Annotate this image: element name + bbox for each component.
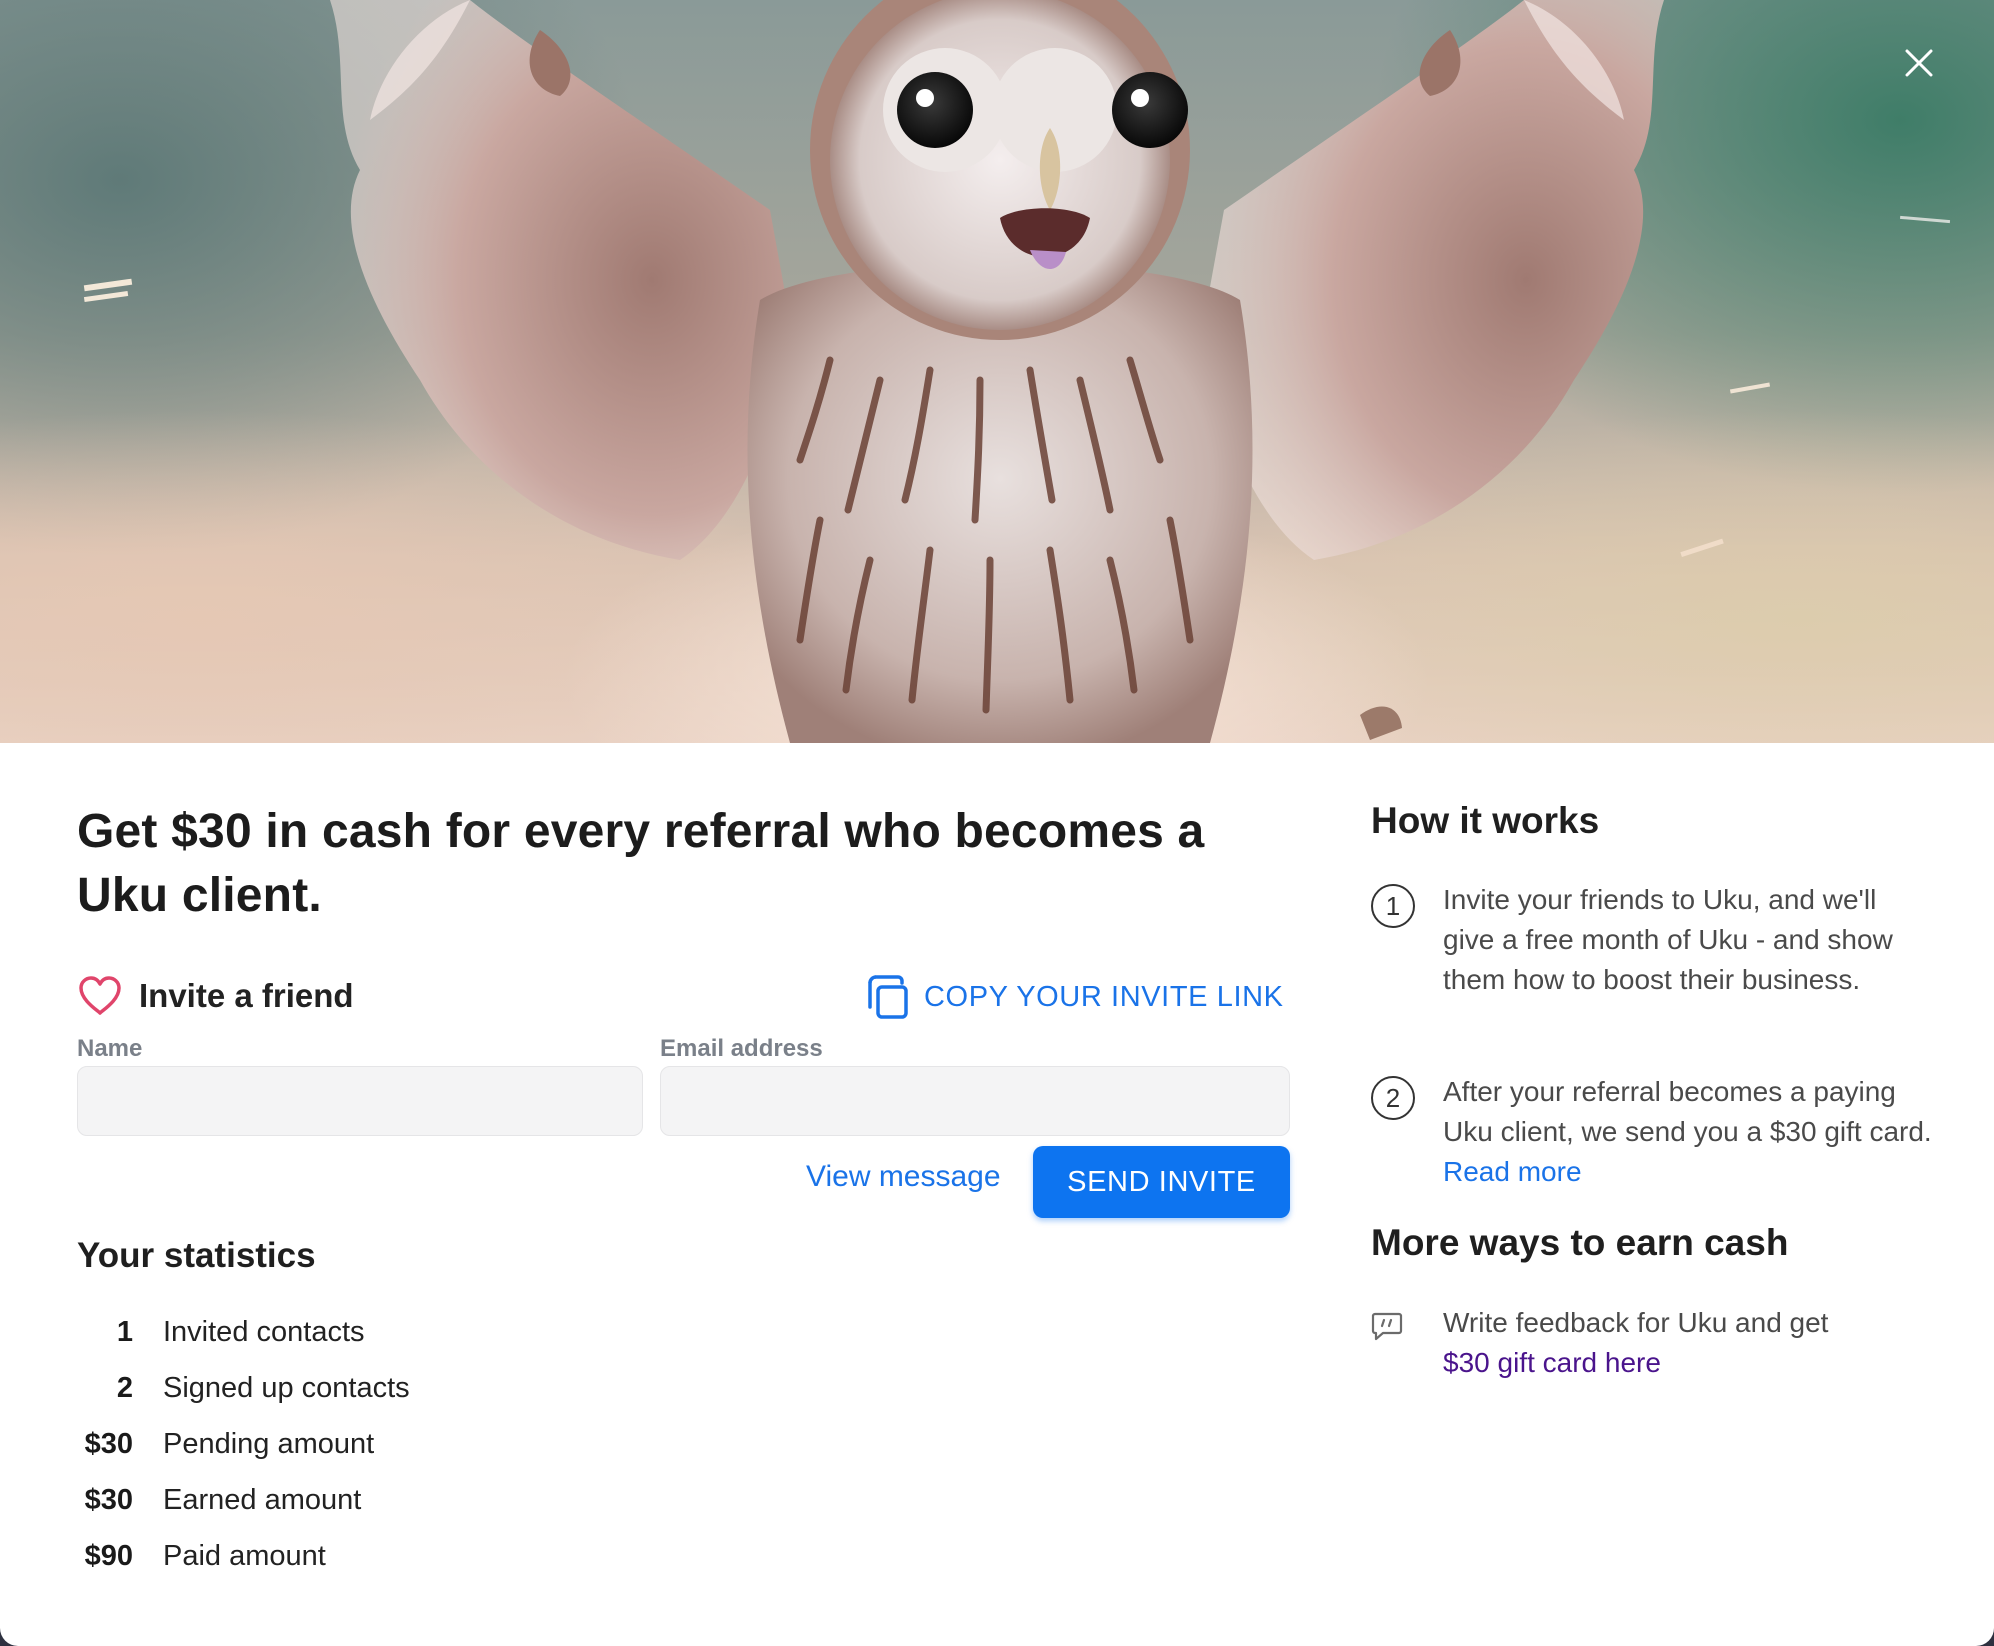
stat-value: 1 xyxy=(116,1315,133,1348)
close-icon xyxy=(1905,49,1933,77)
hero-image xyxy=(0,0,1994,743)
invite-title: Invite a friend xyxy=(139,977,354,1014)
stat-row: 1 Invited contacts xyxy=(77,1310,365,1354)
stat-value: 2 xyxy=(116,1371,133,1404)
stat-label: Signed up contacts xyxy=(163,1371,410,1404)
heart-icon xyxy=(79,976,121,1015)
step-number: 1 xyxy=(1371,884,1415,928)
stat-row: $30 Earned amount xyxy=(77,1478,362,1522)
owl-illustration xyxy=(83,0,1951,743)
read-more-link[interactable]: Read more xyxy=(1443,1156,1582,1187)
copy-invite-link-label: COPY YOUR INVITE LINK xyxy=(924,980,1284,1013)
name-input[interactable] xyxy=(77,1066,643,1136)
email-input[interactable] xyxy=(660,1066,1290,1136)
referral-dialog: Get $30 in cash for every referral who b… xyxy=(0,0,1994,1646)
step-text: Invite your friends to Uku, and we'll gi… xyxy=(1443,884,1893,995)
statistics-title: Your statistics xyxy=(77,1236,316,1275)
how-it-works-title: How it works xyxy=(1371,800,1600,841)
email-label: Email address xyxy=(660,1035,823,1062)
stat-label: Paid amount xyxy=(163,1539,326,1572)
feedback-text-body: Write feedback for Uku and get xyxy=(1443,1307,1829,1338)
stat-label: Earned amount xyxy=(163,1483,362,1516)
stat-row: $90 Paid amount xyxy=(77,1534,326,1578)
gift-card-link[interactable]: $30 gift card here xyxy=(1443,1347,1661,1378)
stat-row: 2 Signed up contacts xyxy=(77,1366,410,1410)
name-label: Name xyxy=(77,1035,143,1062)
stat-value: $90 xyxy=(84,1539,133,1572)
stat-label: Pending amount xyxy=(163,1427,375,1460)
stat-value: $30 xyxy=(84,1427,133,1460)
stat-label: Invited contacts xyxy=(163,1315,365,1348)
stat-row: $30 Pending amount xyxy=(77,1422,375,1466)
step-number: 2 xyxy=(1371,1076,1415,1120)
invite-header: Invite a friend xyxy=(77,970,354,1022)
step-text-body: After your referral becomes a paying Uku… xyxy=(1443,1076,1932,1147)
view-message-link[interactable]: View message xyxy=(806,1160,1001,1194)
step-text: After your referral becomes a paying Uku… xyxy=(1443,1072,1933,1192)
send-invite-button[interactable]: SEND INVITE xyxy=(1033,1146,1290,1218)
chat-quote-icon xyxy=(1371,1312,1403,1341)
copy-icon xyxy=(868,975,908,1019)
stat-value: $30 xyxy=(84,1483,133,1516)
feedback-text: Write feedback for Uku and get $30 gift … xyxy=(1443,1303,1933,1383)
close-button[interactable] xyxy=(1904,48,1948,92)
more-ways-title: More ways to earn cash xyxy=(1371,1222,1789,1263)
headline: Get $30 in cash for every referral who b… xyxy=(77,805,1205,922)
copy-invite-link-button[interactable]: COPY YOUR INVITE LINK xyxy=(864,972,1284,1022)
